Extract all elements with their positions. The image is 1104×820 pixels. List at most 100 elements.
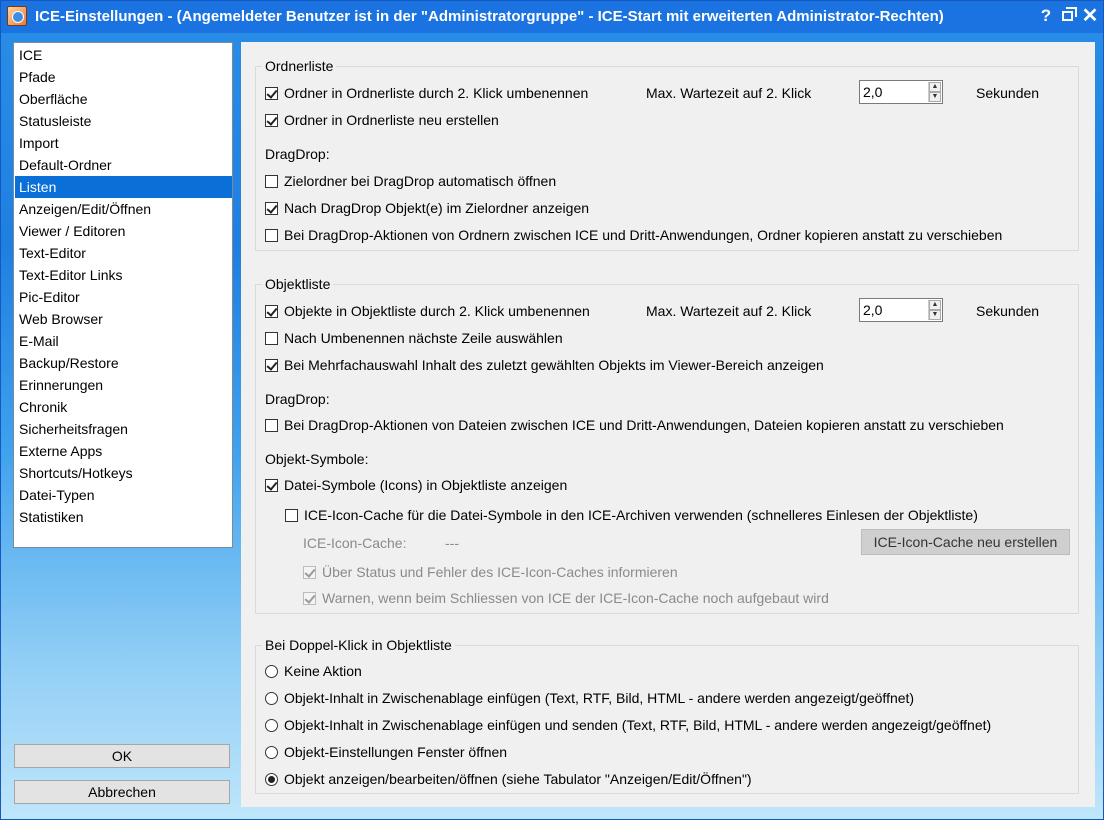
dblclick-radio-none[interactable] (265, 664, 278, 678)
nav-item-viewer-editoren[interactable]: Viewer / Editoren (15, 220, 232, 242)
objekt-icons-option[interactable]: Datei-Symbole (Icons) in Objektliste anz… (265, 477, 567, 493)
cache-inform-option[interactable]: Über Status und Fehler des ICE-Icon-Cach… (303, 564, 678, 580)
nav-item-oberflaeche[interactable]: Oberfläche (15, 88, 232, 110)
dblclick-radio-clipboard-send[interactable] (265, 718, 278, 732)
help-button[interactable]: ? (1035, 5, 1057, 27)
ordner-dd-copy-option[interactable]: Bei DragDrop-Aktionen von Ordnern zwisch… (265, 227, 1002, 243)
restore-button[interactable] (1057, 5, 1079, 27)
objekt-cache-checkbox[interactable] (285, 508, 298, 522)
ordner-dd-open-option[interactable]: Zielordner bei DragDrop automatisch öffn… (265, 173, 556, 189)
objekt-wait-spinner[interactable]: 2,0 ▲ ▼ (859, 298, 943, 322)
ordner-create-label: Ordner in Ordnerliste neu erstellen (284, 112, 499, 128)
objekt-rename-checkbox[interactable] (265, 304, 278, 318)
close-button[interactable]: ✕ (1079, 5, 1101, 27)
ordner-rename-option[interactable]: Ordner in Ordnerliste durch 2. Klick umb… (265, 85, 588, 101)
app-icon (7, 6, 27, 26)
title-bar[interactable]: ICE-Einstellungen - (Angemeldeter Benutz… (1, 1, 1103, 33)
objekt-symbols-heading: Objekt-Symbole: (265, 451, 369, 467)
objekt-seconds-label: Sekunden (976, 303, 1040, 319)
objekt-rename-option[interactable]: Objekte in Objektliste durch 2. Klick um… (265, 303, 590, 319)
ok-button[interactable]: OK (14, 744, 230, 768)
nav-item-chronik[interactable]: Chronik (15, 396, 232, 418)
ordner-wait-value[interactable]: 2,0 (863, 84, 882, 100)
objekt-icons-label: Datei-Symbole (Icons) in Objektliste anz… (284, 477, 568, 493)
objekt-multi-checkbox[interactable] (265, 358, 278, 372)
cache-inform-checkbox[interactable] (303, 565, 316, 579)
dblclick-radio-settings[interactable] (265, 745, 278, 759)
dblclick-label-settings: Objekt-Einstellungen Fenster öffnen (284, 744, 508, 760)
dblclick-option-settings[interactable]: Objekt-Einstellungen Fenster öffnen (265, 744, 507, 760)
dblclick-label-none: Keine Aktion (284, 663, 362, 679)
window-title: ICE-Einstellungen - (Angemeldeter Benutz… (35, 8, 944, 25)
nav-item-statusleiste[interactable]: Statusleiste (15, 110, 232, 132)
nav-item-text-editor[interactable]: Text-Editor (15, 242, 232, 264)
nav-item-ice[interactable]: ICE (15, 44, 232, 66)
spin-down-icon[interactable]: ▼ (929, 310, 941, 320)
spin-up-icon[interactable]: ▲ (929, 300, 941, 310)
objekt-next-row-option[interactable]: Nach Umbenennen nächste Zeile auswählen (265, 330, 563, 346)
objekt-icons-checkbox[interactable] (265, 478, 278, 492)
cache-status-label: ICE-Icon-Cache: (303, 535, 407, 551)
doppelklick-legend: Bei Doppel-Klick in Objektliste (262, 637, 455, 653)
ordner-rename-checkbox[interactable] (265, 86, 278, 100)
objekt-next-row-checkbox[interactable] (265, 331, 278, 345)
ordner-dragdrop-heading: DragDrop: (265, 146, 330, 162)
spin-up-icon[interactable]: ▲ (929, 82, 941, 92)
nav-item-listen[interactable]: Listen (15, 176, 232, 198)
ordner-create-checkbox[interactable] (265, 113, 278, 127)
objekt-dd-copy-label: Bei DragDrop-Aktionen von Dateien zwisch… (284, 417, 1004, 433)
objekt-rename-label: Objekte in Objektliste durch 2. Klick um… (284, 303, 590, 319)
settings-category-list[interactable]: ICE Pfade Oberfläche Statusleiste Import… (13, 42, 233, 548)
objekt-cache-option[interactable]: ICE-Icon-Cache für die Datei-Symbole in … (285, 507, 978, 523)
restore-icon (1062, 7, 1077, 21)
nav-item-pfade[interactable]: Pfade (15, 66, 232, 88)
nav-item-datei-typen[interactable]: Datei-Typen (15, 484, 232, 506)
ordner-wait-label: Max. Wartezeit auf 2. Klick (646, 85, 812, 101)
nav-item-sicherheitsfragen[interactable]: Sicherheitsfragen (15, 418, 232, 440)
nav-item-import[interactable]: Import (15, 132, 232, 154)
ordner-rename-label: Ordner in Ordnerliste durch 2. Klick umb… (284, 85, 589, 101)
nav-item-backup-restore[interactable]: Backup/Restore (15, 352, 232, 374)
cache-warn-checkbox[interactable] (303, 591, 316, 605)
spinner-buttons: ▲ ▼ (928, 82, 941, 102)
spin-down-icon[interactable]: ▼ (929, 92, 941, 102)
dblclick-radio-open[interactable] (265, 772, 278, 786)
dblclick-option-clipboard[interactable]: Objekt-Inhalt in Zwischenablage einfügen… (265, 690, 914, 706)
nav-item-web-browser[interactable]: Web Browser (15, 308, 232, 330)
objekt-dd-copy-checkbox[interactable] (265, 418, 278, 432)
ordner-create-option[interactable]: Ordner in Ordnerliste neu erstellen (265, 112, 499, 128)
cancel-button[interactable]: Abbrechen (14, 780, 230, 804)
objekt-wait-value[interactable]: 2,0 (863, 302, 882, 318)
nav-item-pic-editor[interactable]: Pic-Editor (15, 286, 232, 308)
objekt-dd-copy-option[interactable]: Bei DragDrop-Aktionen von Dateien zwisch… (265, 417, 1004, 433)
objekt-multi-label: Bei Mehrfachauswahl Inhalt des zuletzt g… (284, 357, 824, 373)
ordner-dd-copy-checkbox[interactable] (265, 228, 278, 242)
ordner-dd-show-label: Nach DragDrop Objekt(e) im Zielordner an… (284, 200, 590, 216)
ordner-dd-show-option[interactable]: Nach DragDrop Objekt(e) im Zielordner an… (265, 200, 589, 216)
dblclick-label-clipboard-send: Objekt-Inhalt in Zwischenablage einfügen… (284, 717, 992, 733)
cache-warn-option[interactable]: Warnen, wenn beim Schliessen von ICE der… (303, 590, 829, 606)
dblclick-label-clipboard: Objekt-Inhalt in Zwischenablage einfügen… (284, 690, 915, 706)
dblclick-label-open: Objekt anzeigen/bearbeiten/öffnen (siehe… (284, 771, 752, 787)
cache-rebuild-button[interactable]: ICE-Icon-Cache neu erstellen (861, 529, 1070, 555)
settings-panel: Ordnerliste Ordner in Ordnerliste durch … (241, 42, 1095, 807)
dblclick-option-clipboard-send[interactable]: Objekt-Inhalt in Zwischenablage einfügen… (265, 717, 991, 733)
nav-item-e-mail[interactable]: E-Mail (15, 330, 232, 352)
ordner-seconds-label: Sekunden (976, 85, 1040, 101)
nav-item-externe-apps[interactable]: Externe Apps (15, 440, 232, 462)
ordner-wait-spinner[interactable]: 2,0 ▲ ▼ (859, 80, 943, 104)
objekt-multi-option[interactable]: Bei Mehrfachauswahl Inhalt des zuletzt g… (265, 357, 824, 373)
objekt-cache-label: ICE-Icon-Cache für die Datei-Symbole in … (304, 507, 978, 523)
ordner-dd-show-checkbox[interactable] (265, 201, 278, 215)
dblclick-radio-clipboard[interactable] (265, 691, 278, 705)
nav-item-text-editor-links[interactable]: Text-Editor Links (15, 264, 232, 286)
nav-item-default-ordner[interactable]: Default-Ordner (15, 154, 232, 176)
ordner-dd-open-checkbox[interactable] (265, 174, 278, 188)
ordner-dd-copy-label: Bei DragDrop-Aktionen von Ordnern zwisch… (284, 227, 1003, 243)
dblclick-option-open[interactable]: Objekt anzeigen/bearbeiten/öffnen (siehe… (265, 771, 752, 787)
nav-item-statistiken[interactable]: Statistiken (15, 506, 232, 528)
nav-item-shortcuts-hotkeys[interactable]: Shortcuts/Hotkeys (15, 462, 232, 484)
nav-item-erinnerungen[interactable]: Erinnerungen (15, 374, 232, 396)
dblclick-option-none[interactable]: Keine Aktion (265, 663, 362, 679)
nav-item-anzeigen-edit-oeffnen[interactable]: Anzeigen/Edit/Öffnen (15, 198, 232, 220)
